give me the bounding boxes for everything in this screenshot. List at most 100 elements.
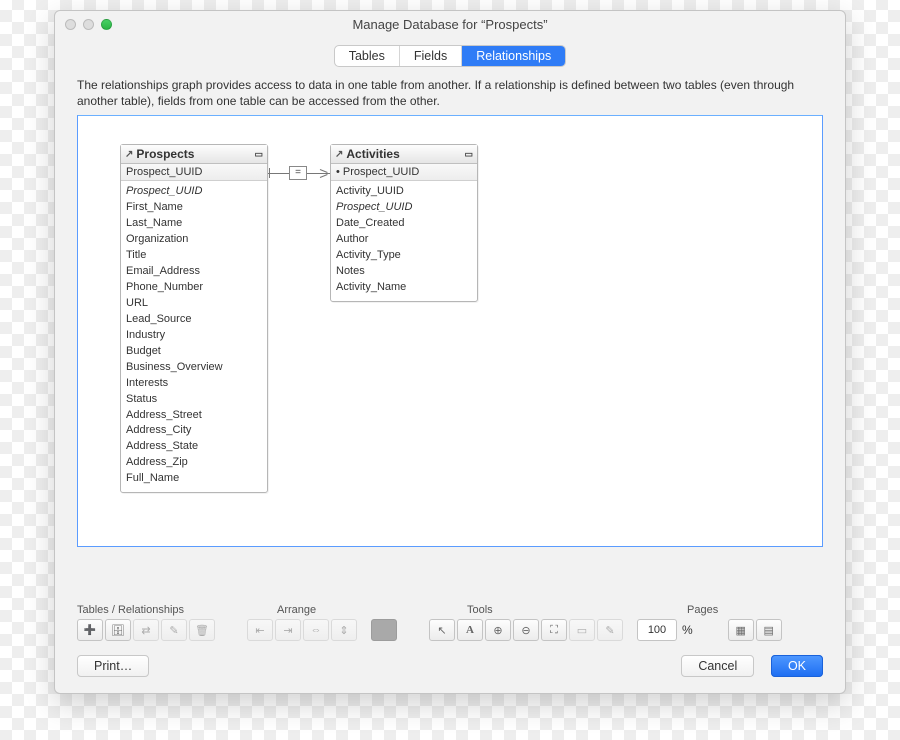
table-activities[interactable]: ↗ Activities ▭ • Prospect_UUID Activity_… — [330, 144, 478, 302]
group-label-arrange: Arrange — [277, 604, 467, 616]
field-item[interactable]: Activity_Type — [336, 248, 472, 264]
table-header[interactable]: ↗ Prospects ▭ — [121, 145, 267, 164]
single-end-icon — [269, 168, 270, 178]
field-item[interactable]: Lead_Source — [126, 312, 262, 328]
collapse-icon[interactable]: ▭ — [254, 150, 263, 159]
distribute-v-icon — [339, 624, 348, 637]
field-item[interactable]: Address_Street — [126, 408, 262, 424]
tab-relationships[interactable]: Relationships — [462, 46, 565, 66]
distribute-h-icon — [311, 624, 322, 636]
distribute-v-button[interactable] — [331, 619, 357, 641]
edit-button[interactable] — [161, 619, 187, 641]
pointer-tool-button[interactable] — [429, 619, 455, 641]
table-icon: ↗ — [125, 149, 133, 160]
field-list: Prospect_UUIDFirst_NameLast_NameOrganiza… — [121, 181, 267, 492]
zoom-suffix: % — [679, 623, 696, 637]
field-item[interactable]: Notes — [336, 264, 472, 280]
field-item[interactable]: Status — [126, 392, 262, 408]
titlebar: Manage Database for “Prospects” — [55, 11, 845, 37]
table-name: Prospects — [136, 147, 194, 161]
select-connected-button[interactable] — [569, 619, 595, 641]
field-item[interactable]: Industry — [126, 328, 262, 344]
tab-tables[interactable]: Tables — [335, 46, 400, 66]
match-field[interactable]: • Prospect_UUID — [331, 164, 477, 181]
note-icon — [605, 624, 614, 637]
collapse-icon[interactable]: ▭ — [464, 150, 473, 159]
field-item[interactable]: Phone_Number — [126, 280, 262, 296]
field-item[interactable]: Title — [126, 248, 262, 264]
align-left-button[interactable] — [247, 619, 273, 641]
field-item[interactable]: Business_Overview — [126, 360, 262, 376]
tab-fields[interactable]: Fields — [400, 46, 462, 66]
page-icon — [763, 624, 773, 637]
window-title: Manage Database for “Prospects” — [55, 17, 845, 32]
field-item[interactable]: Full_Name — [126, 471, 262, 487]
fit-button[interactable] — [541, 619, 567, 641]
toolbar: Tables / Relationships Arrange Tools Pag… — [55, 600, 845, 643]
select-icon — [577, 624, 587, 637]
page-setup-button[interactable] — [756, 619, 782, 641]
field-item[interactable]: Prospect_UUID — [336, 200, 472, 216]
field-item[interactable]: Activity_UUID — [336, 184, 472, 200]
print-button[interactable]: Print… — [77, 655, 149, 677]
field-item[interactable]: Last_Name — [126, 216, 262, 232]
field-item[interactable]: Interests — [126, 376, 262, 392]
field-item[interactable]: Address_Zip — [126, 455, 262, 471]
field-list: Activity_UUIDProspect_UUIDDate_CreatedAu… — [331, 181, 477, 301]
pointer-icon — [437, 624, 446, 637]
align-right-button[interactable] — [275, 619, 301, 641]
link-icon — [141, 624, 150, 637]
page-breaks-button[interactable] — [728, 619, 754, 641]
zoom-in-icon — [493, 624, 502, 637]
align-right-icon — [283, 624, 292, 637]
field-item[interactable]: Date_Created — [336, 216, 472, 232]
note-tool-button[interactable] — [597, 619, 623, 641]
delete-button[interactable] — [189, 619, 215, 641]
zoom-in-button[interactable] — [485, 619, 511, 641]
field-item[interactable]: Author — [336, 232, 472, 248]
match-field-label: Prospect_UUID — [343, 166, 419, 178]
field-item[interactable]: Address_State — [126, 439, 262, 455]
zoom-value-input[interactable]: 100 — [637, 619, 677, 641]
graph-area: ↗ Prospects ▭ Prospect_UUID Prospect_UUI… — [55, 115, 845, 600]
align-left-icon — [255, 624, 264, 637]
field-item[interactable]: Email_Address — [126, 264, 262, 280]
distribute-h-button[interactable] — [303, 619, 329, 641]
field-item[interactable]: Organization — [126, 232, 262, 248]
table-icon: ↗ — [335, 149, 343, 160]
db-plus-icon — [111, 624, 125, 637]
zoom-out-icon — [521, 624, 530, 637]
table-prospects[interactable]: ↗ Prospects ▭ Prospect_UUID Prospect_UUI… — [120, 144, 268, 493]
cancel-button[interactable]: Cancel — [681, 655, 754, 677]
operator-label: = — [295, 168, 301, 178]
field-item[interactable]: Activity_Name — [336, 280, 472, 296]
duplicate-button[interactable] — [133, 619, 159, 641]
relationship-line[interactable] — [268, 173, 289, 174]
add-relationship-button[interactable] — [105, 619, 131, 641]
field-item[interactable]: Budget — [126, 344, 262, 360]
table-header[interactable]: ↗ Activities ▭ — [331, 145, 477, 164]
add-table-button[interactable] — [77, 619, 103, 641]
segmented-control: Tables Fields Relationships — [334, 45, 567, 67]
field-item[interactable]: First_Name — [126, 200, 262, 216]
text-icon — [466, 624, 474, 636]
group-label-tools: Tools — [467, 604, 687, 616]
description-text: The relationships graph provides access … — [55, 67, 845, 115]
group-label-pages: Pages — [687, 604, 718, 616]
relationship-operator[interactable]: = — [289, 166, 307, 180]
field-item[interactable]: Prospect_UUID — [126, 184, 262, 200]
field-item[interactable]: URL — [126, 296, 262, 312]
relationship-canvas[interactable]: ↗ Prospects ▭ Prospect_UUID Prospect_UUI… — [77, 115, 823, 547]
fit-icon — [550, 624, 558, 637]
ok-button[interactable]: OK — [771, 655, 823, 677]
trash-icon — [195, 624, 209, 637]
pencil-icon — [169, 624, 178, 637]
zoom-out-button[interactable] — [513, 619, 539, 641]
color-swatch-button[interactable] — [371, 619, 397, 641]
match-field[interactable]: Prospect_UUID — [121, 164, 267, 181]
text-tool-button[interactable] — [457, 619, 483, 641]
zoom-value: 100 — [648, 624, 666, 636]
manage-database-window: Manage Database for “Prospects” Tables F… — [54, 10, 846, 694]
field-item[interactable]: Address_City — [126, 423, 262, 439]
plus-icon — [84, 624, 96, 636]
